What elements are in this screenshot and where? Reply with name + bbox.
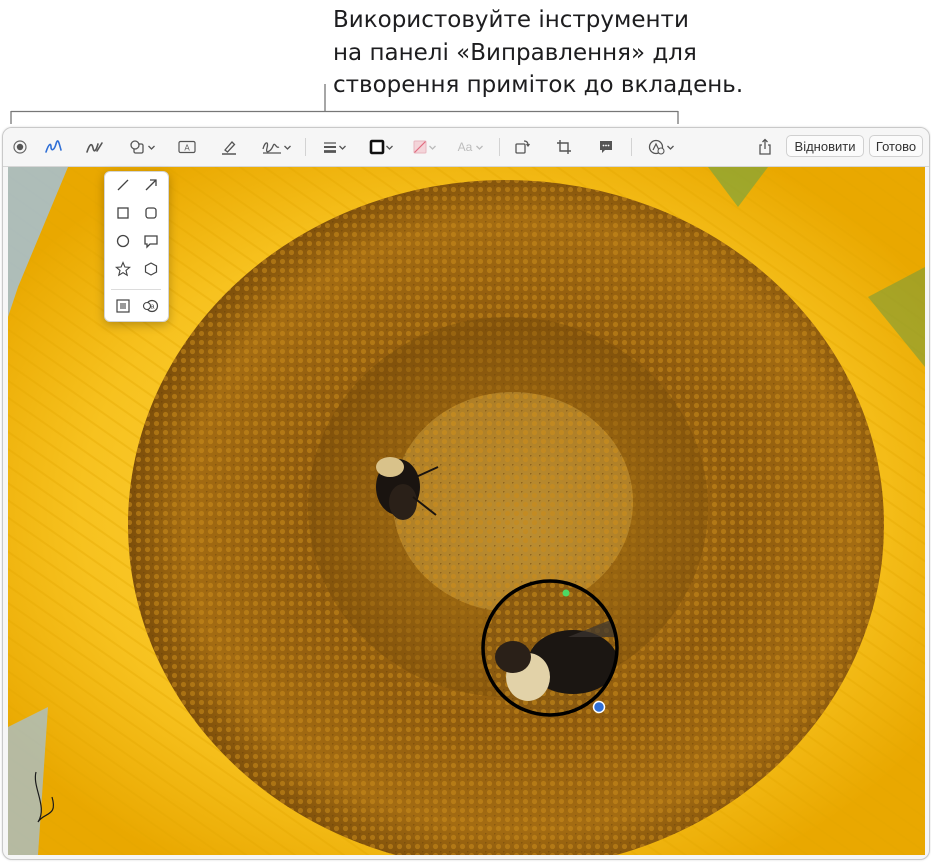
border-color-icon (369, 139, 384, 155)
chevron-down-icon (283, 145, 291, 150)
rotate-icon (515, 140, 530, 154)
description-tool[interactable] (595, 134, 617, 160)
star-icon (115, 261, 131, 277)
mask-icon (116, 299, 130, 313)
chevron-down-icon (385, 145, 393, 150)
loupe-magnify-handle[interactable] (562, 589, 570, 597)
shape-style-tool[interactable] (317, 134, 351, 160)
markup-extras-tool[interactable] (644, 134, 678, 160)
rotate-tool[interactable] (511, 134, 533, 160)
oval-icon (116, 234, 130, 248)
markup-toolbar: A Aa Відновити Готово (3, 128, 929, 167)
done-button[interactable]: Готово (869, 135, 923, 157)
loupe-shape-item[interactable]: a (140, 295, 162, 317)
share-button[interactable] (754, 134, 776, 160)
line-weight-icon (323, 142, 336, 153)
highlighter-icon (222, 141, 236, 155)
markup-circle-icon (648, 139, 665, 155)
svg-text:a: a (151, 304, 155, 311)
crop-tool[interactable] (553, 134, 575, 160)
record-button[interactable] (11, 134, 29, 160)
record-dot-icon (13, 140, 27, 154)
text-style-tool[interactable]: Aa (453, 134, 489, 160)
toolbar-separator (499, 138, 500, 156)
loupe-resize-handle[interactable] (592, 700, 606, 714)
star-shape-item[interactable] (112, 258, 134, 280)
draw-tool[interactable] (83, 134, 107, 160)
shapes-icon (129, 140, 144, 154)
speech-balloon-shape-item[interactable] (140, 230, 162, 252)
fill-color-tool[interactable] (407, 134, 441, 160)
revert-button[interactable]: Відновити (786, 135, 864, 157)
mask-shape-item[interactable] (112, 295, 134, 317)
oval-shape-item[interactable] (112, 230, 134, 252)
fill-color-icon (413, 140, 426, 154)
rectangle-icon (117, 207, 129, 219)
line-shape-item[interactable] (112, 174, 134, 196)
signature-tool[interactable] (258, 134, 294, 160)
callout-line-2: на панелі «Виправлення» для (333, 39, 697, 66)
arrow-icon (145, 179, 157, 191)
rounded-rectangle-shape-item[interactable] (140, 202, 162, 224)
callout-text: Використовуйте інструменти на панелі «Ви… (333, 4, 923, 102)
signature-icon (261, 142, 281, 154)
sketch-tool[interactable] (42, 134, 66, 160)
chevron-down-icon (147, 145, 155, 150)
toolbar-separator (631, 138, 632, 156)
text-style-icon: Aa (457, 140, 473, 154)
shapes-tool[interactable] (125, 134, 159, 160)
toolbar-separator (305, 138, 306, 156)
sketch-icon (45, 140, 62, 153)
svg-text:A: A (184, 144, 190, 153)
chevron-down-icon (666, 145, 674, 150)
border-color-tool[interactable] (364, 134, 398, 160)
speech-bubble-icon (600, 141, 612, 153)
menu-separator (111, 289, 161, 290)
chevron-down-icon (476, 145, 484, 150)
hexagon-icon (144, 262, 158, 276)
chevron-down-icon (428, 145, 436, 150)
crop-icon (557, 140, 571, 154)
shapes-menu: a (104, 171, 169, 322)
rounded-rectangle-icon (145, 207, 157, 219)
highlight-tool[interactable] (218, 134, 240, 160)
loupe-icon: a (142, 299, 159, 313)
callout-line-3: створення приміток до вкладень. (333, 72, 744, 98)
callout-line-1: Використовуйте інструменти (333, 7, 689, 33)
share-icon (759, 138, 771, 155)
line-icon (117, 179, 129, 191)
speech-balloon-icon (144, 235, 158, 249)
draw-icon (86, 142, 103, 153)
text-box-icon: A (178, 140, 196, 154)
text-tool[interactable]: A (176, 134, 198, 160)
arrow-shape-item[interactable] (140, 174, 162, 196)
rectangle-shape-item[interactable] (112, 202, 134, 224)
hexagon-shape-item[interactable] (140, 258, 162, 280)
chevron-down-icon (338, 145, 346, 150)
